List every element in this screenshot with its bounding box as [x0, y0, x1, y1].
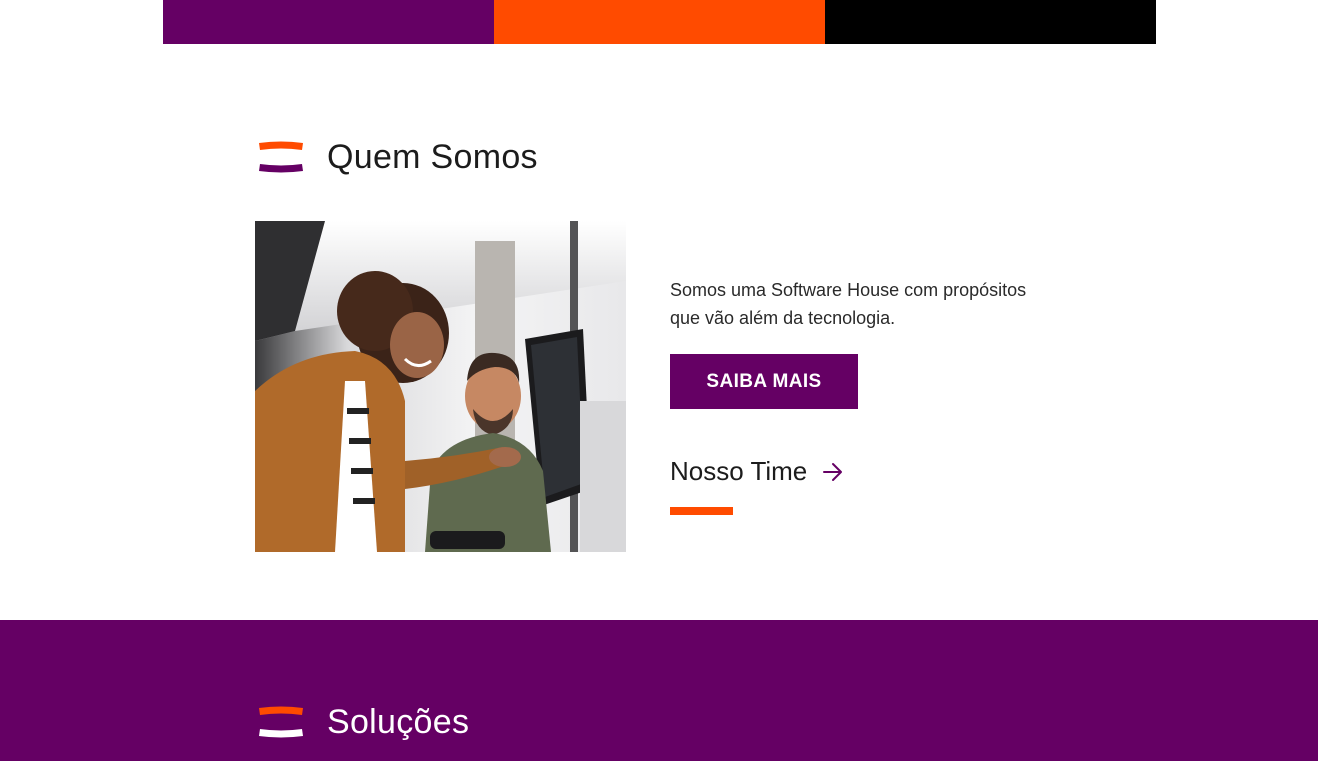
stripe-segment-orange [494, 0, 825, 44]
solutions-title: Soluções [327, 702, 470, 741]
solutions-heading: Soluções [258, 701, 469, 743]
brand-mark-icon [259, 141, 303, 173]
arrow-right-icon [823, 462, 843, 481]
solutions-section: Soluções [0, 620, 1318, 761]
stripe-segment-black [825, 0, 1156, 44]
nosso-time-label: Nosso Time [670, 456, 808, 486]
saiba-mais-button[interactable]: SAIBA MAIS [670, 354, 858, 409]
team-photo [255, 221, 626, 552]
nosso-time-underline [670, 507, 733, 515]
about-title: Quem Somos [327, 137, 538, 176]
about-heading: Quem Somos [258, 136, 538, 178]
brand-color-stripe [163, 0, 1156, 44]
nosso-time-link[interactable]: Nosso Time [670, 456, 844, 487]
stripe-segment-purple [163, 0, 494, 44]
brand-mark-icon [259, 706, 303, 738]
about-description: Somos uma Software House com propósitos … [670, 280, 1027, 328]
